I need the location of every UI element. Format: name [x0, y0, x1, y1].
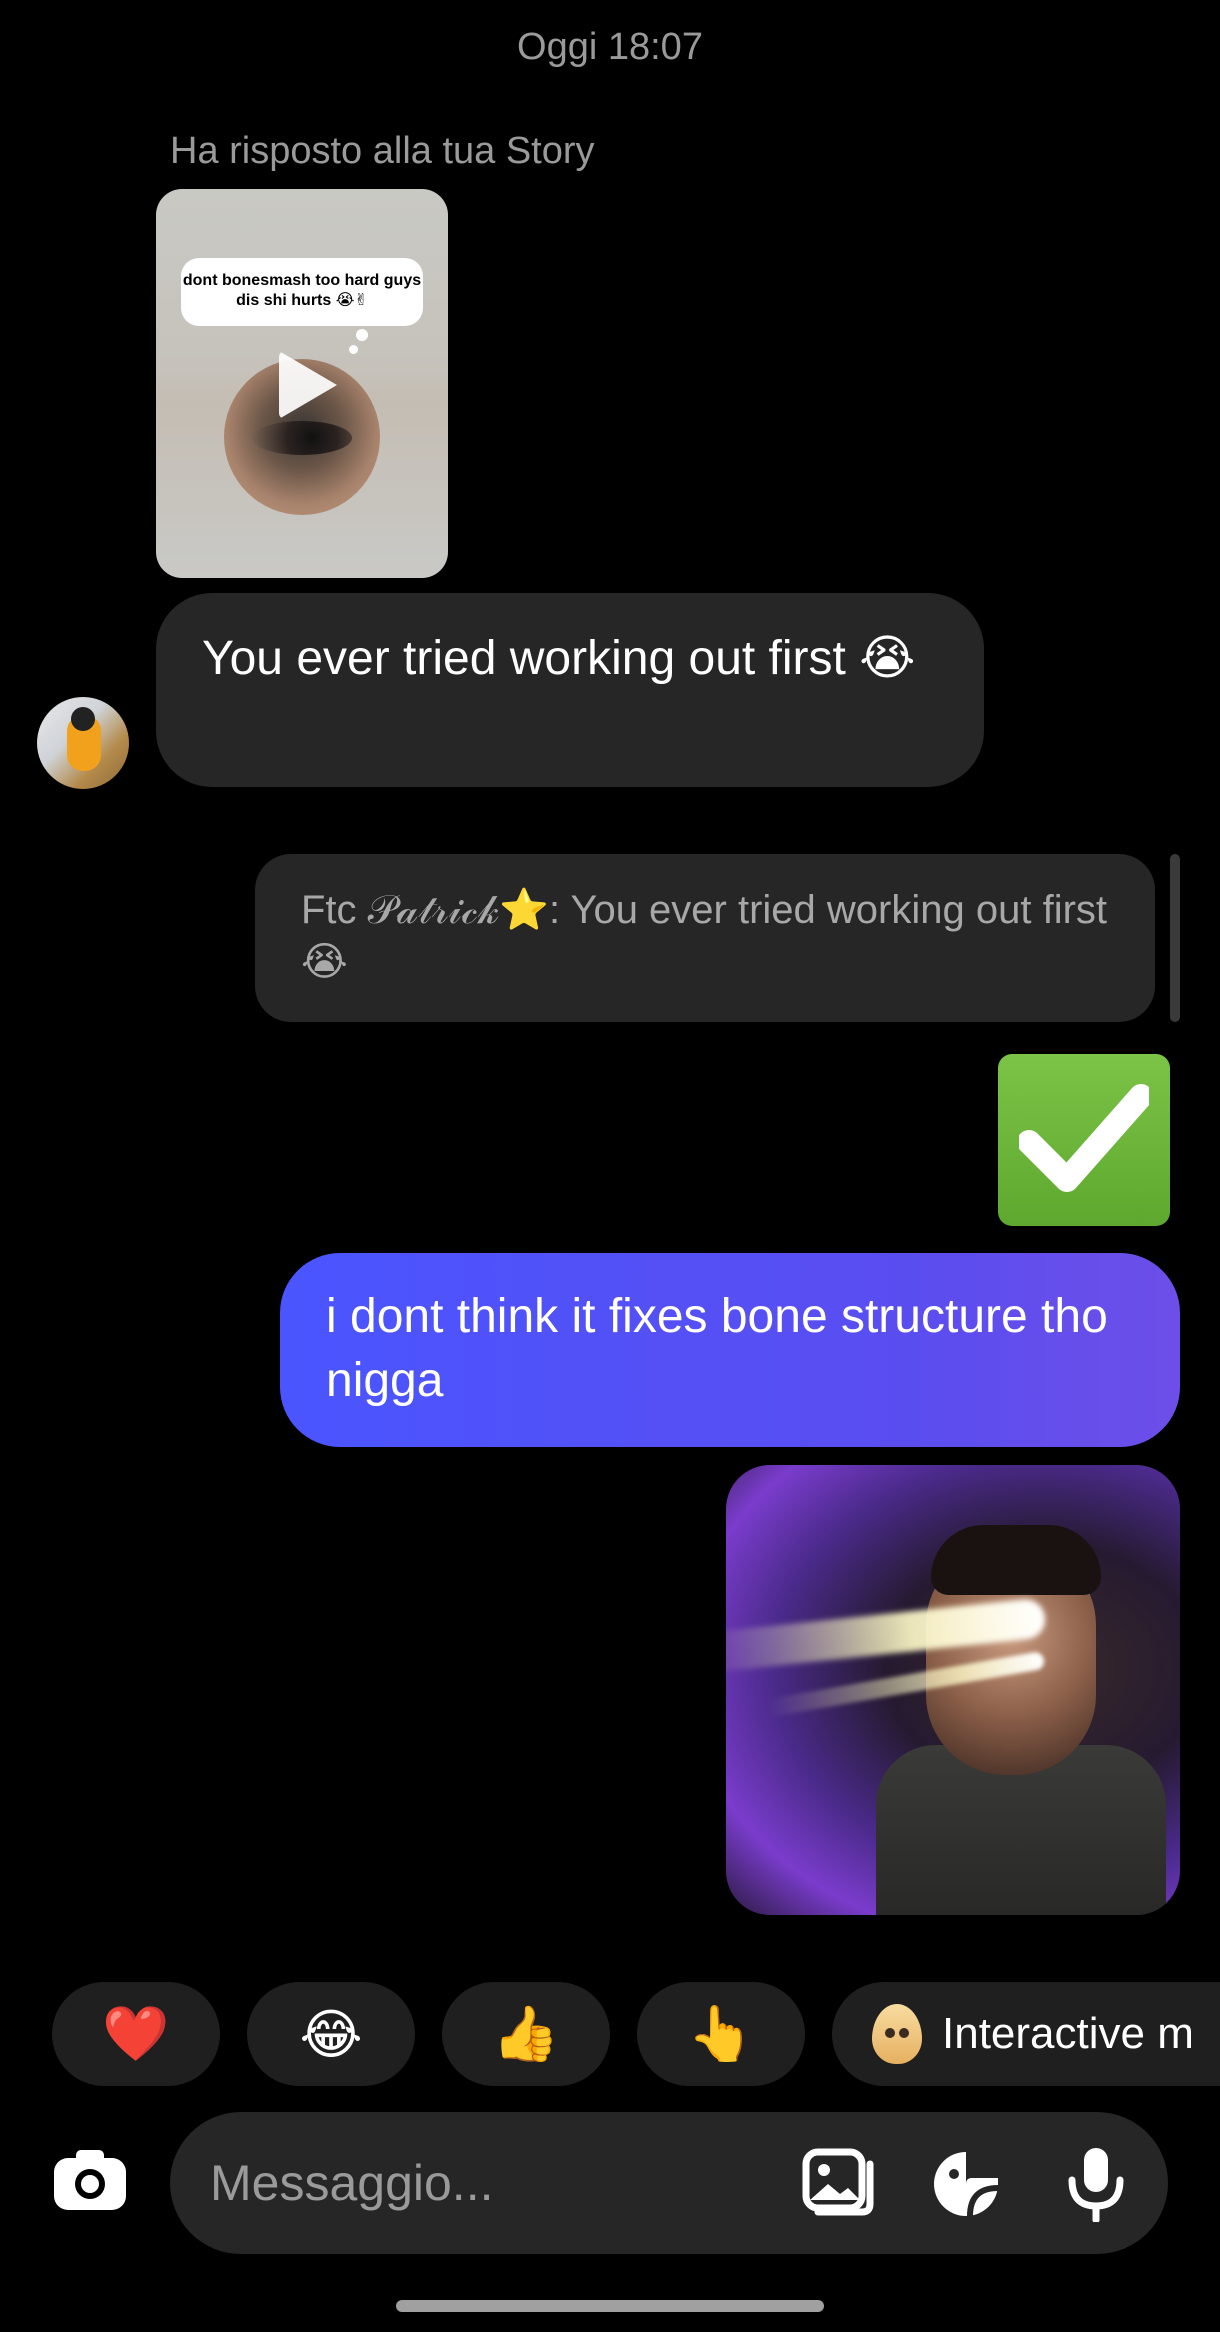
sticker-button[interactable] [930, 2148, 1002, 2225]
story-sticker-text: dont bonesmash too hard guys dis shi hur… [181, 258, 423, 326]
outgoing-message[interactable]: i dont think it fixes bone structure tho… [280, 1253, 1180, 1447]
gallery-button[interactable] [802, 2148, 874, 2225]
incoming-message[interactable]: You ever tried working out first 😭 [156, 593, 984, 787]
interactive-label: Interactive m [942, 2009, 1194, 2058]
camera-icon [54, 2150, 126, 2210]
reaction-point-up-button[interactable]: 👆 [637, 1982, 805, 2086]
microphone-icon [1068, 2148, 1124, 2224]
quick-reactions-bar: ❤️ 😂 👍 👆 Interactive m [52, 1982, 1220, 2086]
avatar-head [71, 707, 95, 731]
home-indicator[interactable] [396, 2300, 824, 2312]
story-reply-caption: Ha risposto alla tua Story [170, 130, 595, 172]
camera-button[interactable] [52, 2148, 128, 2212]
gallery-icon [802, 2148, 874, 2216]
reaction-laugh-button[interactable]: 😂 [247, 1982, 415, 2086]
photo-hair [931, 1525, 1101, 1595]
check-mark-icon [1019, 1084, 1149, 1192]
reaction-thumbs-up-button[interactable]: 👍 [442, 1982, 610, 2086]
avatar[interactable] [37, 697, 129, 789]
reply-indicator-bar [1170, 854, 1180, 1022]
sticker-icon [934, 2152, 999, 2217]
chat-screen: Oggi 18:07 Ha risposto alla tua Story do… [0, 0, 1220, 2332]
message-input-placeholder: Messaggio... [210, 2155, 494, 2211]
thought-dot [349, 345, 358, 354]
reply-quote[interactable]: Ftc 𝒫𝒶𝓉𝓇𝒾𝒸𝓀⭐: You ever tried working out… [255, 854, 1155, 1022]
eye-image [252, 421, 352, 455]
story-preview[interactable]: dont bonesmash too hard guys dis shi hur… [156, 189, 448, 578]
play-icon[interactable] [279, 351, 337, 419]
thought-dot [356, 329, 368, 341]
interactive-messages-button[interactable]: Interactive m [832, 1982, 1220, 2086]
photo-message[interactable] [726, 1465, 1180, 1915]
egg-icon [872, 2004, 922, 2064]
timestamp: Oggi 18:07 [517, 26, 703, 68]
reaction-heart-button[interactable]: ❤️ [52, 1982, 220, 2086]
microphone-button[interactable] [1064, 2146, 1128, 2227]
check-mark-emoji-message[interactable] [998, 1054, 1170, 1226]
